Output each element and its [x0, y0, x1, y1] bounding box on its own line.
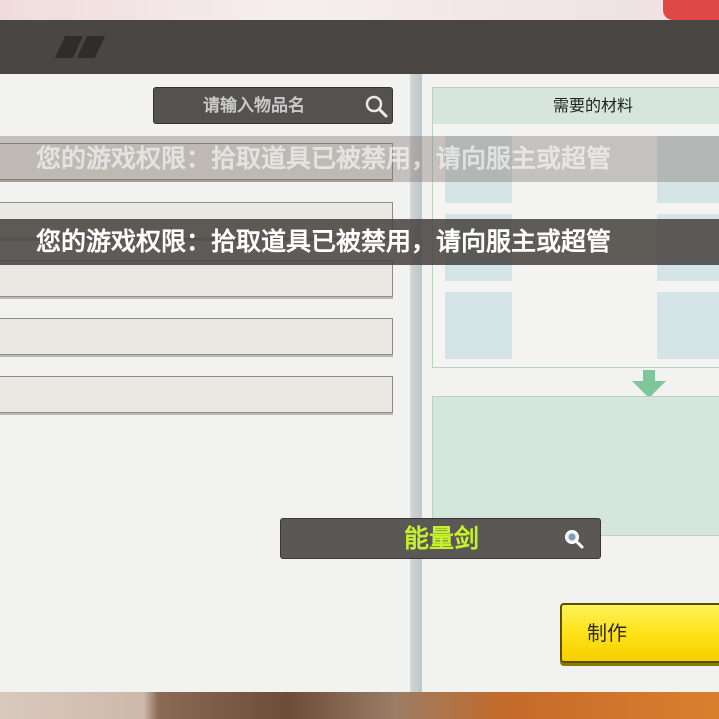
item-list-row[interactable]	[0, 376, 393, 413]
background-top	[0, 0, 719, 20]
result-slot[interactable]	[432, 396, 719, 536]
permission-notice-faded: 您的游戏权限：拾取道具已被禁用，请向服主或超管	[0, 136, 719, 182]
permission-notice: 您的游戏权限：拾取道具已被禁用，请向服主或超管	[0, 219, 719, 265]
item-list-row[interactable]	[0, 260, 393, 297]
background-scene	[0, 690, 719, 719]
header-decoration	[54, 36, 106, 58]
search-box[interactable]	[153, 87, 393, 124]
item-list-row[interactable]	[0, 318, 393, 355]
search-icon[interactable]	[364, 94, 388, 118]
crafting-header	[0, 20, 719, 74]
magnify-icon[interactable]	[563, 528, 585, 550]
search-input[interactable]	[154, 88, 354, 123]
item-name: 能量剑	[403, 524, 479, 553]
materials-title: 需要的材料	[552, 96, 633, 115]
material-slot[interactable]	[657, 292, 719, 359]
craft-button[interactable]: 制作	[560, 603, 719, 663]
material-slot[interactable]	[445, 292, 512, 359]
craft-button-label: 制作	[587, 621, 627, 645]
background-red-corner	[663, 0, 719, 20]
arrow-down-icon	[632, 370, 666, 398]
item-name-tooltip[interactable]: 能量剑	[280, 518, 601, 559]
